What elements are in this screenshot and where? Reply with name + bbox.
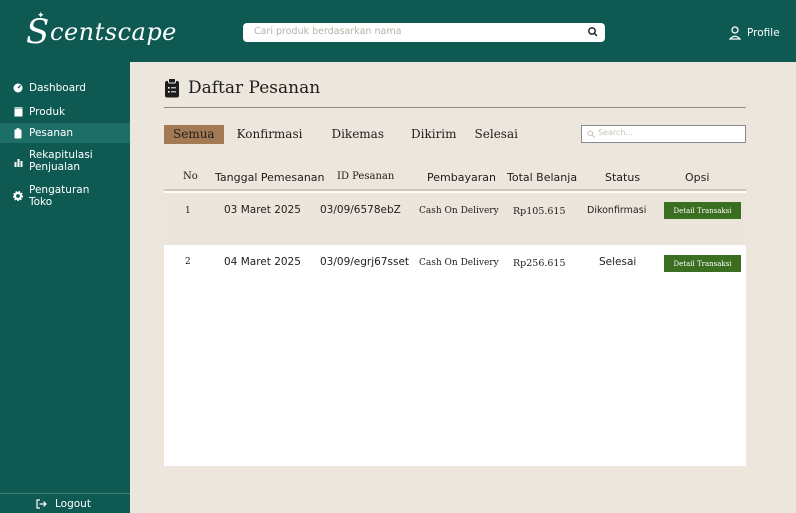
tab-semua[interactable]: Semua [164, 125, 224, 144]
logo-text: centscape [50, 18, 177, 46]
column-header-total: Total Belanja [507, 171, 578, 184]
order-status-tabs: Semua Konfirmasi Dikemas Dikirim Selesai [164, 125, 518, 144]
sidebar-item-label: Dashboard [29, 82, 86, 94]
cell-payment: Cash On Delivery [419, 258, 499, 268]
cell-no: 2 [185, 257, 191, 267]
column-header-no: No [183, 171, 198, 182]
column-header-options: Opsi [685, 171, 710, 184]
cell-total: Rp105.615 [513, 206, 566, 217]
search-icon[interactable] [587, 26, 599, 38]
detail-transaksi-button[interactable]: Detail Transaksi [664, 202, 741, 219]
tab-selesai[interactable]: Selesai [475, 125, 518, 144]
sidebar-item-label: Pesanan [29, 127, 74, 139]
cell-total: Rp256.615 [513, 258, 566, 269]
column-header-id: ID Pesanan [337, 171, 395, 182]
search-placeholder: Cari produk berdasarkan nama [254, 26, 402, 37]
sidebar-item-label: Produk [29, 106, 66, 118]
table-row: 2 04 Maret 2025 03/09/egrj67sset Cash On… [164, 245, 746, 297]
cell-order-id: 03/09/6578ebZ [320, 204, 401, 216]
cell-payment: Cash On Delivery [419, 206, 499, 216]
profile-button[interactable]: Profile [729, 23, 780, 43]
orders-table: No Tanggal Pemesanan ID Pesanan Pembayar… [164, 162, 746, 466]
cell-order-id: 03/09/egrj67sset [320, 256, 410, 268]
title-divider [164, 107, 746, 108]
table-header: No Tanggal Pemesanan ID Pesanan Pembayar… [164, 162, 746, 191]
dashboard-icon [13, 82, 23, 94]
gear-icon [13, 190, 23, 202]
sidebar-item-label: Rekapitulasi Penjualan [29, 149, 93, 173]
logout-label: Logout [55, 497, 91, 510]
user-icon [729, 26, 741, 40]
search-icon [587, 130, 595, 138]
detail-transaksi-button[interactable]: Detail Transaksi [664, 255, 741, 272]
profile-label: Profile [747, 27, 780, 39]
sidebar-item-produk[interactable]: Produk [0, 106, 130, 120]
table-row: 1 03 Maret 2025 03/09/6578ebZ Cash On De… [164, 193, 746, 245]
sidebar-item-pesanan[interactable]: Pesanan [0, 123, 130, 143]
cell-no: 1 [185, 206, 191, 216]
tab-konfirmasi[interactable]: Konfirmasi [237, 125, 303, 144]
sparkle-icon: ✦ [37, 11, 45, 21]
cell-status: Dikonfirmasi [587, 205, 647, 216]
search-placeholder: Search... [598, 128, 634, 137]
sidebar: Dashboard Produk Pesanan Rekapitulasi Pe… [0, 62, 130, 513]
sidebar-item-label: Pengaturan Toko [29, 184, 90, 208]
sidebar-item-dashboard[interactable]: Dashboard [0, 82, 130, 96]
page-title: Daftar Pesanan [164, 78, 320, 98]
column-header-date: Tanggal Pemesanan [215, 171, 325, 184]
tab-dikirim[interactable]: Dikirim [411, 125, 457, 144]
top-bar: S ✦ centscape Cari produk berdasarkan na… [0, 0, 796, 62]
logout-button[interactable]: Logout [0, 493, 130, 513]
clipboard-icon [165, 78, 179, 98]
column-header-payment: Pembayaran [427, 171, 496, 184]
order-search-input[interactable]: Search... [581, 125, 746, 143]
bar-chart-icon [13, 156, 23, 168]
logo[interactable]: S ✦ centscape [26, 10, 186, 54]
cell-date: 04 Maret 2025 [224, 256, 301, 268]
page-title-text: Daftar Pesanan [188, 78, 321, 98]
cell-date: 03 Maret 2025 [224, 204, 301, 216]
sidebar-item-pengaturan-toko[interactable]: Pengaturan Toko [0, 184, 130, 210]
clipboard-icon [13, 127, 23, 139]
sidebar-item-rekapitulasi[interactable]: Rekapitulasi Penjualan [0, 149, 130, 175]
product-search-input[interactable]: Cari produk berdasarkan nama [243, 23, 605, 42]
cell-status: Selesai [599, 256, 637, 268]
column-header-status: Status [605, 171, 641, 184]
tab-dikemas[interactable]: Dikemas [331, 125, 384, 144]
product-icon [13, 106, 23, 118]
logout-icon [36, 498, 47, 509]
